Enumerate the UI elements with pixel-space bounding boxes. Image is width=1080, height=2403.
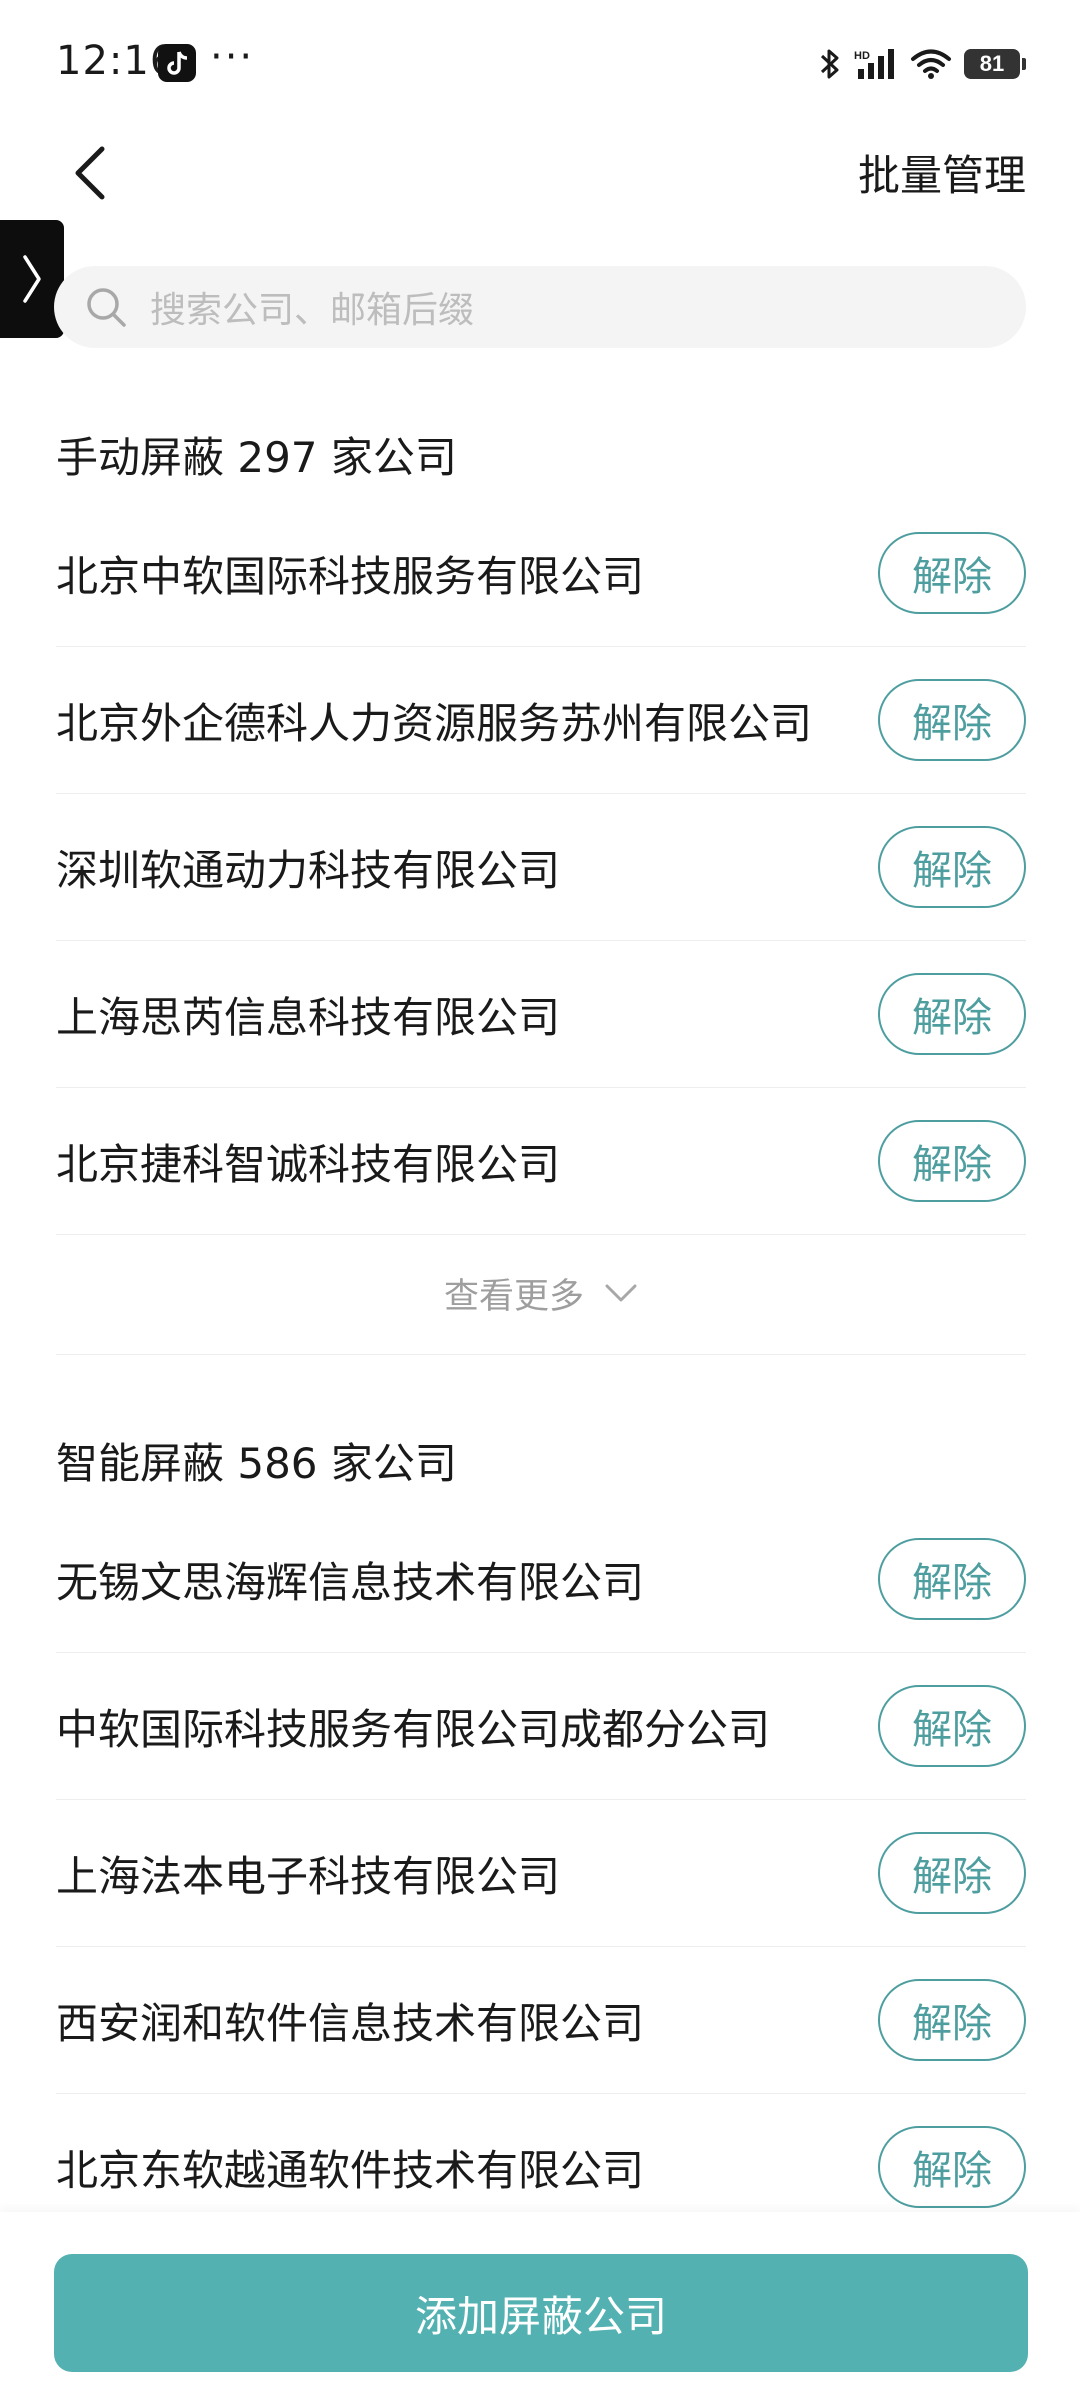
- manual-block-list: 北京中软国际科技服务有限公司 解除 北京外企德科人力资源服务苏州有限公司 解除 …: [56, 500, 1026, 1235]
- list-item: 北京外企德科人力资源服务苏州有限公司 解除: [56, 647, 1026, 794]
- company-name: 西安润和软件信息技术有限公司: [56, 1998, 645, 2048]
- search-icon: [87, 288, 126, 327]
- list-item: 北京中软国际科技服务有限公司 解除: [56, 500, 1026, 647]
- smart-block-list: 无锡文思海辉信息技术有限公司 解除 中软国际科技服务有限公司成都分公司 解除 上…: [56, 1506, 1026, 2241]
- bluetooth-icon: [820, 49, 839, 79]
- list-item: 上海思芮信息科技有限公司 解除: [56, 941, 1026, 1088]
- back-button[interactable]: [60, 140, 120, 206]
- company-name: 深圳软通动力科技有限公司: [56, 845, 561, 895]
- company-name: 北京东软越通软件技术有限公司: [56, 2145, 645, 2195]
- company-name: 北京中软国际科技服务有限公司: [56, 551, 645, 601]
- company-name: 中软国际科技服务有限公司成都分公司: [56, 1704, 771, 1754]
- list-item: 中软国际科技服务有限公司成都分公司 解除: [56, 1653, 1026, 1800]
- battery-level: 81: [979, 51, 1005, 76]
- add-blocked-company-button[interactable]: 添加屏蔽公司: [54, 2254, 1028, 2372]
- status-bar: 12:16 ··· HD 81: [0, 0, 1080, 130]
- side-panel-handle[interactable]: [0, 220, 64, 338]
- company-name: 北京捷科智诚科技有限公司: [56, 1139, 561, 1189]
- list-item: 无锡文思海辉信息技术有限公司 解除: [56, 1506, 1026, 1653]
- batch-manage-button[interactable]: 批量管理: [858, 142, 1026, 203]
- battery-icon: 81: [964, 49, 1026, 79]
- release-button[interactable]: 解除: [878, 532, 1026, 614]
- signal-icon: HD: [854, 49, 894, 79]
- more-notifications-icon: ···: [210, 34, 255, 80]
- list-item: 深圳软通动力科技有限公司 解除: [56, 794, 1026, 941]
- search-placeholder: 搜索公司、邮箱后缀: [150, 290, 475, 331]
- release-button[interactable]: 解除: [878, 1979, 1026, 2061]
- release-button[interactable]: 解除: [878, 1685, 1026, 1767]
- manual-block-section-title: 手动屏蔽 297 家公司: [56, 433, 457, 482]
- release-button[interactable]: 解除: [878, 1538, 1026, 1620]
- company-name: 上海法本电子科技有限公司: [56, 1851, 561, 1901]
- status-icons: HD 81: [818, 40, 1026, 88]
- view-more-label: 查看更多: [443, 1276, 584, 1317]
- view-more-button[interactable]: 查看更多: [56, 1232, 1026, 1355]
- search-input[interactable]: 搜索公司、邮箱后缀: [54, 266, 1026, 348]
- chevron-left-icon: [75, 146, 105, 200]
- chevron-down-icon: [605, 1284, 637, 1302]
- chevron-right-icon: [23, 255, 41, 303]
- release-button[interactable]: 解除: [878, 826, 1026, 908]
- release-button[interactable]: 解除: [878, 2126, 1026, 2208]
- svg-text:HD: HD: [854, 50, 870, 62]
- company-name: 无锡文思海辉信息技术有限公司: [56, 1557, 645, 1607]
- company-name: 北京外企德科人力资源服务苏州有限公司: [56, 698, 813, 748]
- smart-block-section-title: 智能屏蔽 586 家公司: [56, 1439, 457, 1488]
- release-button[interactable]: 解除: [878, 1120, 1026, 1202]
- page: 12:16 ··· HD 81 批量管理 搜索公司、邮箱后缀 手动屏蔽 297 …: [0, 0, 1080, 2403]
- list-item: 北京捷科智诚科技有限公司 解除: [56, 1088, 1026, 1235]
- release-button[interactable]: 解除: [878, 973, 1026, 1055]
- company-name: 上海思芮信息科技有限公司: [56, 992, 561, 1042]
- release-button[interactable]: 解除: [878, 1832, 1026, 1914]
- list-item: 上海法本电子科技有限公司 解除: [56, 1800, 1026, 1947]
- wifi-icon: [911, 49, 951, 79]
- tiktok-icon: [158, 44, 196, 82]
- list-item: 西安润和软件信息技术有限公司 解除: [56, 1947, 1026, 2094]
- release-button[interactable]: 解除: [878, 679, 1026, 761]
